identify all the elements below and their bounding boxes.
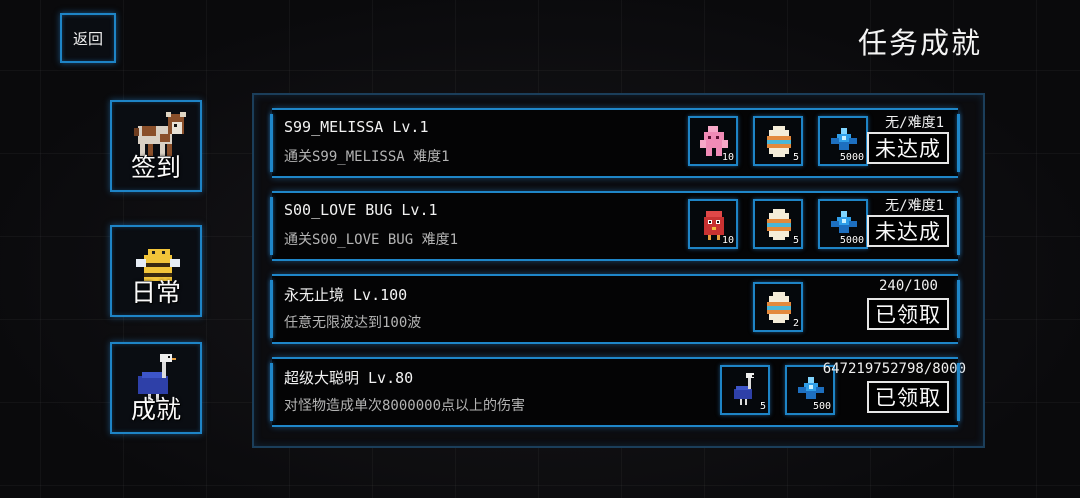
task-progress: 647219752798/8000 xyxy=(822,361,966,377)
status-button[interactable]: 未达成 xyxy=(867,215,949,247)
egg-icon xyxy=(767,126,791,157)
reward-quantity: 5 xyxy=(792,235,799,246)
reward-quantity: 500 xyxy=(812,401,831,412)
egg-icon xyxy=(767,209,791,240)
reward-slot[interactable]: 5000 xyxy=(818,116,868,166)
tab-checkin-label: 签到 xyxy=(130,153,181,182)
reward-slot[interactable]: 5000 xyxy=(818,199,868,249)
reward-slot[interactable]: 10 xyxy=(688,199,738,249)
ostrich-icon xyxy=(734,373,754,405)
task-description: 通关S00_LOVE BUG 难度1 xyxy=(284,232,459,248)
task-progress: 无/难度1 xyxy=(885,198,944,214)
task-title: S00_LOVE BUG Lv.1 xyxy=(284,201,438,219)
status-button[interactable]: 未达成 xyxy=(867,132,949,164)
tab-checkin[interactable]: 签到 xyxy=(110,100,202,192)
reward-slot[interactable]: 5 xyxy=(753,116,803,166)
reward-slot[interactable]: 10 xyxy=(688,116,738,166)
tab-daily[interactable]: 日常 xyxy=(110,225,202,317)
task-title: 超级大聪明 Lv.80 xyxy=(284,369,414,387)
task-row: S99_MELISSA Lv.1 通关S99_MELISSA 难度1 10 5 xyxy=(270,108,960,178)
reward-quantity: 10 xyxy=(721,235,734,246)
task-description: 对怪物造成单次8000000点以上的伤害 xyxy=(284,398,526,414)
task-progress: 240/100 xyxy=(878,278,938,294)
task-description: 通关S99_MELISSA 难度1 xyxy=(284,149,450,165)
back-button[interactable]: 返回 xyxy=(60,13,116,63)
status-button[interactable]: 已领取 xyxy=(867,298,949,330)
reward-quantity: 5000 xyxy=(839,235,864,246)
tab-daily-label: 日常 xyxy=(130,278,181,307)
reward-slot[interactable]: 5 xyxy=(720,365,770,415)
task-description: 任意无限波达到100波 xyxy=(284,315,422,331)
reward-slot[interactable]: 5 xyxy=(753,199,803,249)
task-title: S99_MELISSA Lv.1 xyxy=(284,118,429,136)
reward-quantity: 2 xyxy=(792,318,799,329)
reward-slot[interactable]: 2 xyxy=(753,282,803,332)
status-button[interactable]: 已领取 xyxy=(867,381,949,413)
tab-achievement-label: 成就 xyxy=(130,395,181,424)
reward-quantity: 5000 xyxy=(839,152,864,163)
egg-icon xyxy=(767,292,791,323)
task-row: 永无止境 Lv.100 任意无限波达到100波 2 240/100 已领取 xyxy=(270,274,960,344)
reward-quantity: 10 xyxy=(721,152,734,163)
task-row: S00_LOVE BUG Lv.1 通关S00_LOVE BUG 难度1 10 … xyxy=(270,191,960,261)
tab-achievement[interactable]: 成就 xyxy=(110,342,202,434)
task-progress: 无/难度1 xyxy=(885,115,944,131)
page-title: 任务成就 xyxy=(857,26,982,60)
task-row: 超级大聪明 Lv.80 对怪物造成单次8000000点以上的伤害 5 500 6… xyxy=(270,357,966,427)
reward-quantity: 5 xyxy=(759,401,766,412)
task-title: 永无止境 Lv.100 xyxy=(284,286,408,304)
reward-quantity: 5 xyxy=(792,152,799,163)
